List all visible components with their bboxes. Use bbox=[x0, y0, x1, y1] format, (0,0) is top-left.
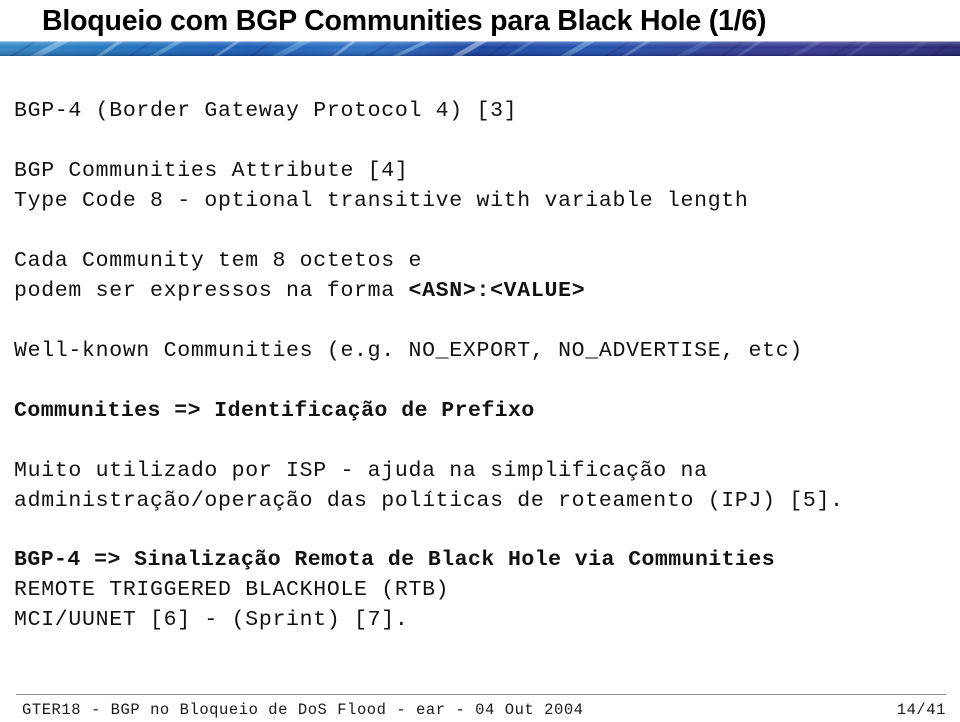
body-line: BGP Communities Attribute [4] bbox=[14, 159, 409, 183]
body-line: REMOTE TRIGGERED BLACKHOLE (RTB) bbox=[14, 578, 450, 602]
body-line-mixed: podem ser expressos na forma <ASN>:<VALU… bbox=[14, 276, 949, 306]
text-block-sinalizacao: BGP-4 => Sinalização Remota de Black Hol… bbox=[14, 545, 949, 635]
footer: GTER18 - BGP no Bloqueio de DoS Flood - … bbox=[22, 700, 946, 720]
body-line: MCI/UUNET [6] - (Sprint) [7]. bbox=[14, 608, 409, 632]
body-line: BGP-4 (Border Gateway Protocol 4) [3] bbox=[14, 99, 518, 123]
body-line: Type Code 8 - optional transitive with v… bbox=[14, 189, 749, 213]
slide-body: BGP-4 (Border Gateway Protocol 4) [3] BG… bbox=[14, 96, 949, 635]
text-block-octetos: Cada Community tem 8 octetos e podem ser… bbox=[14, 246, 949, 306]
text-block-well-known: Well-known Communities (e.g. NO_EXPORT, … bbox=[14, 336, 949, 366]
body-line-emphasis: Communities => Identificação de Prefixo bbox=[14, 399, 535, 423]
slide-canvas: Bloqueio com BGP Communities para Black … bbox=[0, 0, 960, 722]
body-line: Muito utilizado por ISP - ajuda na simpl… bbox=[14, 459, 708, 483]
page-title: Bloqueio com BGP Communities para Black … bbox=[42, 5, 767, 37]
footer-caption: GTER18 - BGP no Bloqueio de DoS Flood - … bbox=[22, 701, 584, 719]
footer-divider bbox=[16, 694, 946, 695]
text-block-communities-attribute: BGP Communities Attribute [4] Type Code … bbox=[14, 156, 949, 216]
marbled-blue-divider-icon bbox=[0, 41, 960, 56]
text-block-isp: Muito utilizado por ISP - ajuda na simpl… bbox=[14, 456, 949, 516]
body-line-text: podem ser expressos na forma bbox=[14, 279, 409, 303]
text-block-bgp4: BGP-4 (Border Gateway Protocol 4) [3] bbox=[14, 96, 949, 126]
body-line: Cada Community tem 8 octetos e bbox=[14, 249, 423, 273]
body-line: Well-known Communities (e.g. NO_EXPORT, … bbox=[14, 339, 803, 363]
asn-value-token: <ASN>:<VALUE> bbox=[408, 279, 586, 303]
body-line-emphasis: BGP-4 => Sinalização Remota de Black Hol… bbox=[14, 548, 776, 572]
text-block-identificacao: Communities => Identificação de Prefixo bbox=[14, 396, 949, 426]
page-number: 14/41 bbox=[896, 701, 946, 719]
body-line: administração/operação das políticas de … bbox=[14, 489, 844, 513]
